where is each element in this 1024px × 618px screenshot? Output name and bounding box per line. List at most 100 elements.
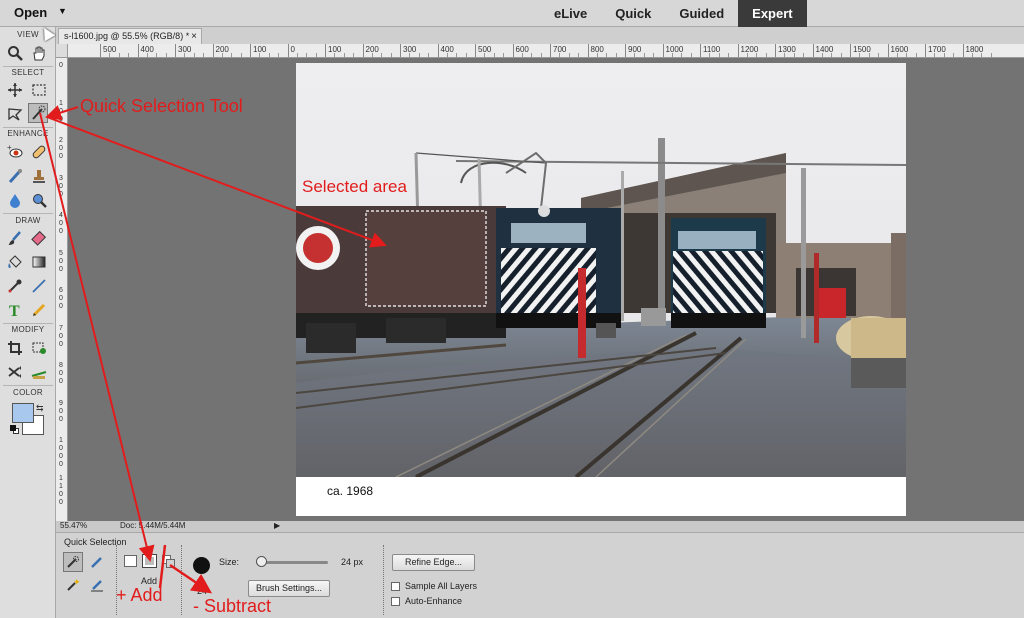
ruler-minor-tick	[990, 53, 992, 57]
auto-enhance-checkbox[interactable]	[391, 597, 400, 606]
size-slider-handle[interactable]	[256, 556, 267, 567]
zoom-level[interactable]: 55.47%	[60, 521, 87, 530]
ruler-minor-tick	[859, 53, 861, 57]
section-modify: MODIFY	[11, 325, 45, 334]
ruler-minor-tick	[981, 53, 983, 57]
ruler-minor-tick	[681, 53, 683, 57]
ruler-minor-tick	[193, 53, 195, 57]
divider	[3, 323, 53, 324]
ruler-minor-tick	[653, 53, 655, 57]
tab-elive[interactable]: eLive	[540, 0, 601, 27]
status-menu-arrow-icon[interactable]: ▶	[274, 521, 280, 530]
sample-all-layers-checkbox[interactable]	[391, 582, 400, 591]
marquee-tool-icon[interactable]	[29, 80, 49, 100]
ruler-minor-tick	[821, 53, 823, 57]
open-button[interactable]: Open	[14, 5, 47, 20]
default-colors-icon[interactable]	[10, 425, 19, 434]
refine-selection-brush-option-icon[interactable]	[87, 575, 107, 595]
sample-all-layers-label: Sample All Layers	[405, 581, 478, 591]
eyedropper-tool-icon[interactable]	[5, 276, 25, 296]
crop-tool-icon[interactable]	[5, 338, 25, 358]
red-eye-tool-icon[interactable]: +	[5, 142, 25, 162]
ruler-minor-tick	[559, 53, 561, 57]
ruler-label: 800	[59, 362, 63, 385]
smart-brush-tool-icon[interactable]	[5, 166, 25, 186]
ruler-major-tick	[887, 44, 889, 57]
ruler-minor-tick	[203, 53, 205, 57]
divider	[3, 213, 53, 214]
new-selection-mode-icon[interactable]	[124, 555, 137, 567]
lasso-tool-icon[interactable]	[5, 104, 25, 124]
brush-settings-button[interactable]: Brush Settings...	[248, 580, 330, 597]
line-tool-icon[interactable]	[29, 276, 49, 296]
railyard-photo[interactable]	[296, 63, 906, 477]
ruler-label: 600	[59, 287, 63, 310]
ruler-minor-tick	[943, 53, 945, 57]
brush-preview[interactable]	[193, 557, 210, 574]
ruler-major-tick	[400, 44, 401, 57]
sponge-tool-icon[interactable]	[29, 190, 49, 210]
content-aware-move-tool-icon[interactable]	[5, 362, 25, 382]
document-tab-strip: s-l1600.jpg @ 55.5% (RGB/8) * ×	[56, 27, 1024, 44]
ruler-label: 400	[59, 212, 63, 235]
spot-healing-tool-icon[interactable]	[29, 142, 49, 162]
swap-colors-icon[interactable]: ⇆	[36, 403, 44, 414]
clone-stamp-tool-icon[interactable]	[29, 166, 49, 186]
ruler-minor-tick	[165, 53, 167, 57]
selection-brush-option-icon[interactable]	[87, 552, 107, 572]
ruler-major-tick	[212, 44, 214, 57]
tab-expert[interactable]: Expert	[738, 0, 807, 27]
section-select: SELECT	[11, 68, 45, 77]
recompose-tool-icon[interactable]	[29, 338, 49, 358]
ruler-major-tick	[362, 44, 364, 57]
paint-bucket-tool-icon[interactable]	[5, 252, 25, 272]
ruler-minor-tick	[296, 53, 298, 57]
hand-tool-icon[interactable]	[29, 43, 49, 63]
quick-selection-tool-icon[interactable]	[28, 103, 48, 123]
blur-tool-icon[interactable]	[5, 190, 25, 210]
ruler-major-tick	[962, 44, 964, 57]
zoom-tool-icon[interactable]	[5, 43, 25, 63]
ruler-label: 300	[59, 174, 63, 198]
close-tab-icon[interactable]: ×	[191, 29, 197, 44]
ruler-minor-tick	[793, 53, 795, 57]
ruler-major-tick	[625, 44, 626, 57]
document-tab[interactable]: s-l1600.jpg @ 55.5% (RGB/8) * ×	[58, 28, 202, 44]
ruler-minor-tick	[896, 53, 898, 57]
brush-tool-icon[interactable]	[5, 228, 25, 248]
ruler-minor-tick	[503, 53, 505, 57]
gradient-tool-icon[interactable]	[29, 252, 49, 272]
divider	[383, 545, 384, 615]
ruler-minor-tick	[746, 53, 748, 57]
ruler-minor-tick	[240, 53, 242, 57]
document-image[interactable]: ca. 1968	[296, 63, 906, 516]
ruler-minor-tick	[259, 53, 261, 57]
move-tool-icon[interactable]	[5, 80, 25, 100]
foreground-color-swatch[interactable]	[12, 403, 34, 423]
tab-guided[interactable]: Guided	[665, 0, 738, 27]
ruler-minor-tick	[184, 53, 186, 57]
ruler-minor-tick	[306, 53, 308, 57]
eraser-tool-icon[interactable]	[29, 228, 49, 248]
tab-quick[interactable]: Quick	[601, 0, 665, 27]
ruler-major-tick	[250, 44, 251, 57]
ruler-major-tick	[100, 44, 101, 57]
add-to-selection-mode-icon[interactable]	[142, 554, 157, 568]
pencil-tool-icon[interactable]	[29, 300, 49, 320]
divider	[3, 66, 53, 67]
divider	[3, 127, 53, 128]
annotation-add: + Add	[116, 585, 163, 605]
ruler-label: 700	[59, 324, 63, 348]
ruler-minor-tick	[709, 53, 711, 57]
open-dropdown-arrow-icon[interactable]: ▼	[58, 6, 67, 16]
refine-edge-button[interactable]: Refine Edge...	[392, 554, 475, 571]
quick-selection-option-icon[interactable]	[63, 552, 83, 572]
ruler-minor-tick	[718, 53, 720, 57]
straighten-tool-icon[interactable]	[29, 362, 49, 382]
magic-wand-option-icon[interactable]: ✦	[63, 575, 83, 595]
ruler-minor-tick	[381, 53, 383, 57]
type-tool-icon[interactable]: T	[5, 300, 25, 320]
tools-panel: VIEW SELECT ENHANCE + DRAW T MODIFY COLO…	[0, 27, 56, 618]
subtract-from-selection-mode-icon[interactable]	[162, 555, 176, 568]
ruler-minor-tick	[971, 53, 973, 57]
